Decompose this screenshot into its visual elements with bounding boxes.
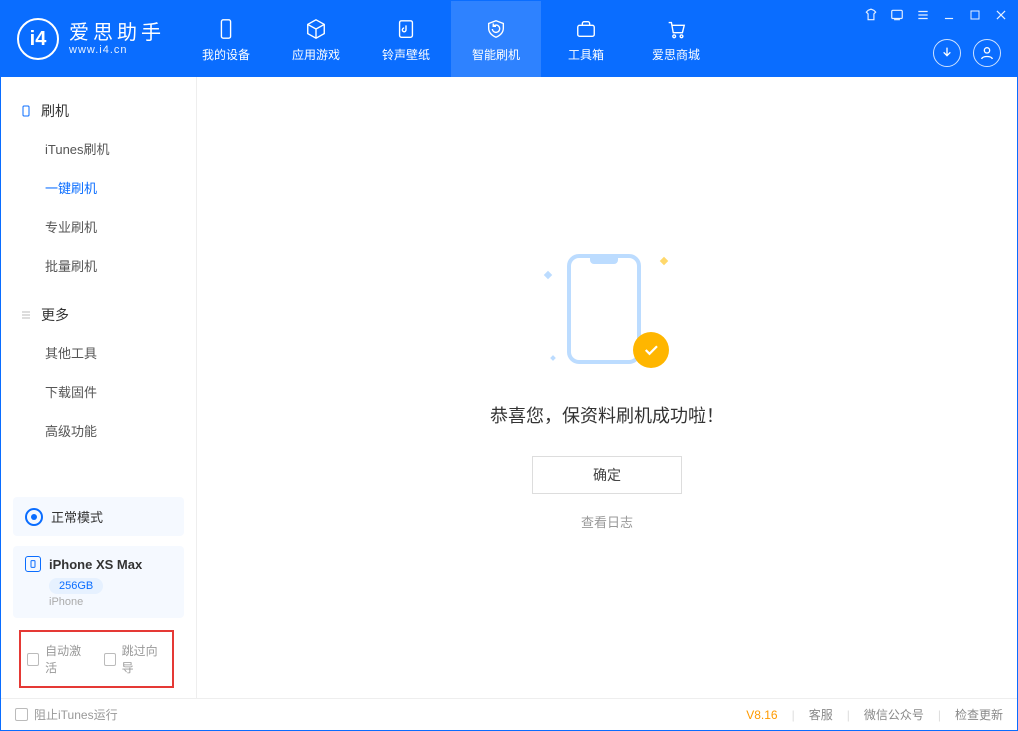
flash-options-row: 自动激活 跳过向导 xyxy=(19,630,174,688)
group-title: 刷机 xyxy=(41,101,69,121)
tab-label: 应用游戏 xyxy=(292,46,340,63)
sidebar-item-advanced[interactable]: 高级功能 xyxy=(1,411,196,450)
device-capacity-badge: 256GB xyxy=(49,578,103,594)
sidebar-item-download-firmware[interactable]: 下载固件 xyxy=(1,372,196,411)
download-button[interactable] xyxy=(933,39,961,67)
feedback-icon[interactable] xyxy=(889,7,905,23)
version-label: V8.16 xyxy=(746,708,777,722)
logo-icon: i4 xyxy=(17,18,59,60)
app-name-en: www.i4.cn xyxy=(69,44,165,56)
sidebar-group-flash[interactable]: 刷机 xyxy=(1,93,196,129)
footer: 阻止iTunes运行 V8.16 | 客服 | 微信公众号 | 检查更新 xyxy=(1,698,1017,730)
success-illustration xyxy=(537,244,677,374)
tab-my-device[interactable]: 我的设备 xyxy=(181,1,271,77)
header: i4 爱思助手 www.i4.cn 我的设备 应用游戏 铃声壁纸 智能刷机 工具… xyxy=(1,1,1017,77)
body: 刷机 iTunes刷机 一键刷机 专业刷机 批量刷机 更多 其他工具 下载固件 … xyxy=(1,77,1017,698)
sidebar-item-batch-flash[interactable]: 批量刷机 xyxy=(1,246,196,285)
status-dot-icon xyxy=(25,508,43,526)
device-mode-card[interactable]: 正常模式 xyxy=(13,497,184,536)
tab-store[interactable]: 爱思商城 xyxy=(631,1,721,77)
user-button[interactable] xyxy=(973,39,1001,67)
sidebar-item-oneclick-flash[interactable]: 一键刷机 xyxy=(1,168,196,207)
tab-label: 工具箱 xyxy=(568,46,604,63)
cart-icon xyxy=(663,16,689,42)
music-note-icon xyxy=(393,16,419,42)
checkbox-icon xyxy=(15,708,28,721)
checkbox-skip-guide[interactable]: 跳过向导 xyxy=(104,642,167,676)
checkbox-icon xyxy=(104,653,116,666)
app-name-cn: 爱思助手 xyxy=(69,22,165,44)
window-controls xyxy=(863,7,1009,23)
tab-label: 智能刷机 xyxy=(472,46,520,63)
phone-illustration-icon xyxy=(567,254,641,364)
success-message: 恭喜您，保资料刷机成功啦！ xyxy=(490,402,724,428)
sidebar-item-itunes-flash[interactable]: iTunes刷机 xyxy=(1,129,196,168)
device-type: iPhone xyxy=(49,596,172,608)
view-log-link[interactable]: 查看日志 xyxy=(581,512,633,531)
skin-icon[interactable] xyxy=(863,7,879,23)
main-content: 恭喜您，保资料刷机成功啦！ 确定 查看日志 xyxy=(197,77,1017,698)
sidebar-item-other-tools[interactable]: 其他工具 xyxy=(1,333,196,372)
phone-outline-icon xyxy=(19,104,33,118)
checkbox-label: 阻止iTunes运行 xyxy=(34,706,118,723)
sidebar: 刷机 iTunes刷机 一键刷机 专业刷机 批量刷机 更多 其他工具 下载固件 … xyxy=(1,77,197,698)
device-card[interactable]: iPhone XS Max 256GB iPhone xyxy=(13,546,184,618)
sidebar-nav: 刷机 iTunes刷机 一键刷机 专业刷机 批量刷机 更多 其他工具 下载固件 … xyxy=(1,77,196,487)
list-icon xyxy=(19,308,33,322)
minimize-icon[interactable] xyxy=(941,7,957,23)
logo-text: 爱思助手 www.i4.cn xyxy=(69,22,165,56)
check-update-link[interactable]: 检查更新 xyxy=(955,706,1003,723)
sidebar-item-pro-flash[interactable]: 专业刷机 xyxy=(1,207,196,246)
device-mode-label: 正常模式 xyxy=(51,507,103,526)
sidebar-bottom: 正常模式 iPhone XS Max 256GB iPhone 自动激活 跳过向… xyxy=(1,487,196,698)
refresh-shield-icon xyxy=(483,16,509,42)
device-phone-icon xyxy=(25,556,41,572)
checkbox-auto-activate[interactable]: 自动激活 xyxy=(27,642,90,676)
checkbox-block-itunes[interactable]: 阻止iTunes运行 xyxy=(15,706,118,723)
group-title: 更多 xyxy=(41,305,69,325)
menu-icon[interactable] xyxy=(915,7,931,23)
tab-apps-games[interactable]: 应用游戏 xyxy=(271,1,361,77)
sidebar-group-more[interactable]: 更多 xyxy=(1,297,196,333)
device-name: iPhone XS Max xyxy=(49,557,142,572)
checkbox-icon xyxy=(27,653,39,666)
device-icon xyxy=(213,16,239,42)
tab-toolbox[interactable]: 工具箱 xyxy=(541,1,631,77)
tab-label: 爱思商城 xyxy=(652,46,700,63)
tab-smart-flash[interactable]: 智能刷机 xyxy=(451,1,541,77)
close-icon[interactable] xyxy=(993,7,1009,23)
tab-label: 铃声壁纸 xyxy=(382,46,430,63)
tab-ringtones-wallpapers[interactable]: 铃声壁纸 xyxy=(361,1,451,77)
wechat-link[interactable]: 微信公众号 xyxy=(864,706,924,723)
checkbox-label: 跳过向导 xyxy=(122,642,166,676)
check-badge-icon xyxy=(633,332,669,368)
maximize-icon[interactable] xyxy=(967,7,983,23)
tab-label: 我的设备 xyxy=(202,46,250,63)
toolbox-icon xyxy=(573,16,599,42)
checkbox-label: 自动激活 xyxy=(45,642,89,676)
header-actions xyxy=(933,39,1001,67)
app-logo: i4 爱思助手 www.i4.cn xyxy=(1,1,181,77)
cube-icon xyxy=(303,16,329,42)
main-tabs: 我的设备 应用游戏 铃声壁纸 智能刷机 工具箱 爱思商城 xyxy=(181,1,721,77)
ok-button[interactable]: 确定 xyxy=(532,456,682,494)
support-link[interactable]: 客服 xyxy=(809,706,833,723)
